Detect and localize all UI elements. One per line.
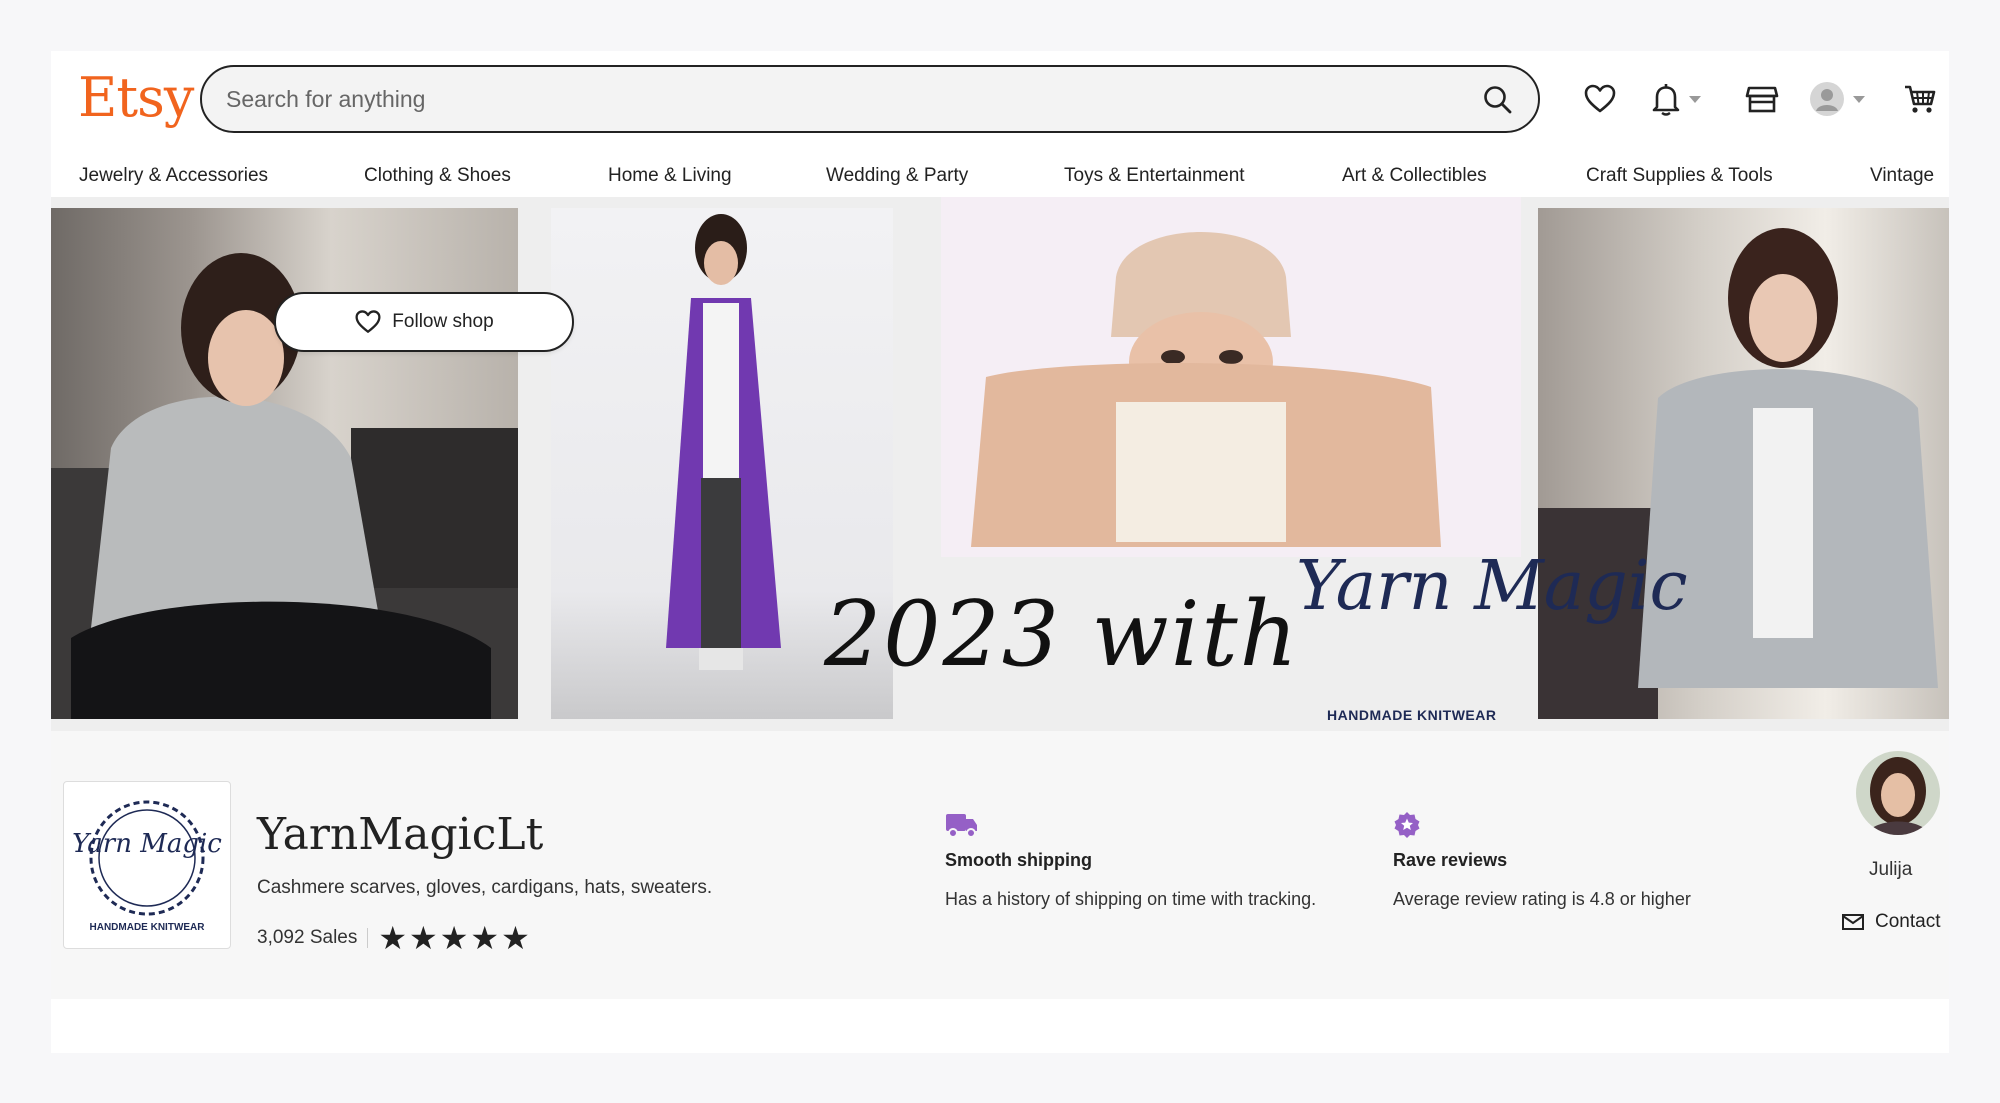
etsy-logo[interactable]: Etsy xyxy=(78,63,194,133)
star-badge-icon xyxy=(1394,812,1420,838)
chevron-down-icon xyxy=(1689,95,1701,103)
account-menu-button[interactable] xyxy=(1809,77,1865,121)
category-craft-supplies-tools[interactable]: Craft Supplies & Tools xyxy=(1586,165,1773,187)
shop-manager-button[interactable] xyxy=(1745,77,1779,121)
search-input[interactable] xyxy=(226,81,1426,117)
star-icon: ★ xyxy=(470,920,500,956)
follow-shop-label: Follow shop xyxy=(392,311,494,332)
category-wedding-party[interactable]: Wedding & Party xyxy=(826,165,968,187)
shop-logo-subtitle: HANDMADE KNITWEAR xyxy=(90,922,206,933)
category-home-living[interactable]: Home & Living xyxy=(608,165,732,187)
store-icon xyxy=(1745,86,1779,113)
perk-description: Has a history of shipping on time with t… xyxy=(945,889,1317,909)
sales-count[interactable]: 3,092 Sales xyxy=(257,927,357,949)
avatar-icon xyxy=(1810,82,1844,116)
shop-info: Yarn Magic HANDMADE KNITWEAR YarnMagicLt… xyxy=(51,731,1949,999)
favorites-button[interactable] xyxy=(1583,77,1617,121)
contact-button[interactable]: Contact xyxy=(1841,911,1940,933)
search-bar[interactable] xyxy=(200,65,1540,133)
banner-photo-sitting xyxy=(51,208,518,719)
cart-button[interactable] xyxy=(1903,77,1937,121)
page: Etsy Search for anything Jewelry & Acces… xyxy=(51,51,1949,1053)
heart-icon xyxy=(355,310,381,333)
search-button[interactable] xyxy=(1478,80,1518,120)
bell-icon xyxy=(1652,84,1680,116)
shop-logo[interactable]: Yarn Magic HANDMADE KNITWEAR xyxy=(63,781,231,949)
owner-name[interactable]: Julija xyxy=(1869,859,1912,881)
shop-stats: 3,092 Sales ★ ★ ★ ★ ★ xyxy=(257,920,530,956)
perk-title: Smooth shipping xyxy=(945,850,1092,870)
banner-photo-beanie xyxy=(941,197,1521,557)
owner-avatar[interactable] xyxy=(1856,751,1940,835)
banner-logo-subtitle: HANDMADE KNITWEAR xyxy=(1327,707,1497,723)
banner-logo: Yarn Magic xyxy=(1296,547,1688,626)
category-vintage[interactable]: Vintage xyxy=(1870,165,1934,187)
shop-tagline: Cashmere scarves, gloves, cardigans, hat… xyxy=(257,877,713,898)
category-clothing-shoes[interactable]: Clothing & Shoes xyxy=(364,165,511,187)
cart-icon xyxy=(1905,85,1936,113)
perk-title: Rave reviews xyxy=(1393,850,1508,870)
follow-shop-button[interactable]: Follow shop xyxy=(274,292,574,352)
category-art-collectibles[interactable]: Art & Collectibles xyxy=(1342,165,1487,187)
shop-banner: 2023 with Yarn Magic HANDMADE KNITWEAR xyxy=(51,197,1949,731)
notifications-button[interactable] xyxy=(1651,77,1701,121)
search-icon xyxy=(1484,86,1512,114)
perk-rave-reviews: Rave reviews Average review rating is 4.… xyxy=(1393,811,1691,910)
rating-stars[interactable]: ★ ★ ★ ★ ★ xyxy=(378,920,530,956)
chevron-down-icon xyxy=(1853,95,1865,103)
category-toys-entertainment[interactable]: Toys & Entertainment xyxy=(1064,165,1245,187)
star-icon: ★ xyxy=(378,920,408,956)
shop-logo-text: Yarn Magic xyxy=(72,829,222,859)
banner-photo-standing xyxy=(1538,208,1949,719)
category-jewelry-accessories[interactable]: Jewelry & Accessories xyxy=(79,165,268,187)
star-icon: ★ xyxy=(409,920,438,956)
star-icon: ★ xyxy=(439,920,469,956)
truck-icon xyxy=(946,814,977,838)
contact-label: Contact xyxy=(1875,911,1941,932)
banner-title: 2023 with xyxy=(824,582,1300,687)
perk-description: Average review rating is 4.8 or higher xyxy=(1393,889,1691,909)
star-icon: ★ xyxy=(501,920,530,956)
divider xyxy=(367,928,369,948)
shop-name: YarnMagicLt xyxy=(257,809,544,860)
perk-smooth-shipping: Smooth shipping Has a history of shippin… xyxy=(945,811,1316,910)
heart-icon xyxy=(1584,84,1616,113)
envelope-icon xyxy=(1842,914,1864,930)
